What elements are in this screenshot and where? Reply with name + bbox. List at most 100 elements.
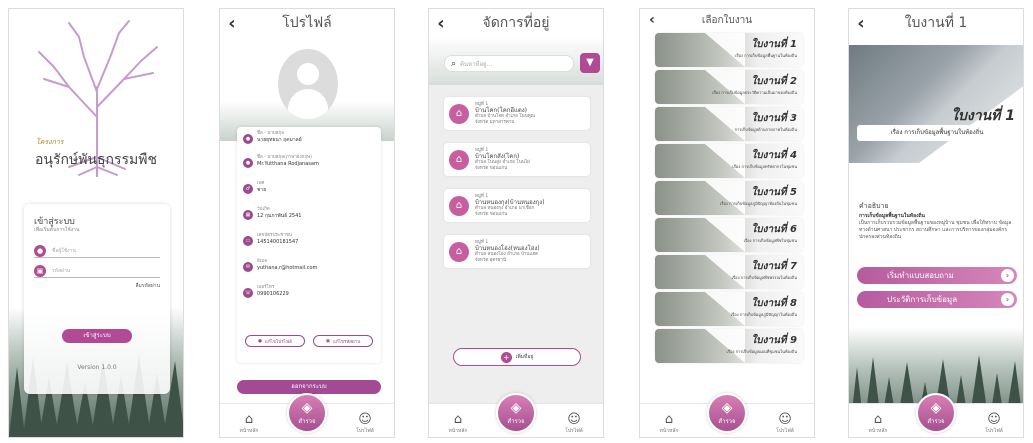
users-icon: ☺ — [567, 412, 581, 427]
address-line2: จังหวัด ขอนแก่น — [475, 211, 508, 217]
banner-subtitle: เรื่อง การเก็บข้อมูลพื้นฐานในท้องถิ่น — [857, 125, 1017, 141]
bottom-nav: ⌂ หน้าหลัก ◈ สำรวจ ☺ โปรไฟล์ — [849, 393, 1023, 437]
list-item[interactable]: ⌂ หมู่ที่ 1 บ้านหนองกุง(บ้านหนองกุง) ตำบ… — [444, 189, 590, 222]
login-button[interactable]: เข้าสู่ระบบ — [62, 329, 132, 343]
home-icon: ⌂ — [449, 195, 469, 216]
worksheet-subtitle: เรื่อง การเก็บข้อมูลภูมิปัญญาในท้องถิ่น — [730, 312, 797, 317]
nav-survey[interactable]: ◈ สำรวจ — [496, 393, 536, 433]
search-input[interactable]: ⌕ ค้นหาที่อยู่... — [444, 55, 574, 72]
login-screen: โครงการ อนุรักษ์พันธุกรรมพืช เข้าสู่ระบบ… — [8, 8, 184, 438]
profile-field-phone: ☏ เบอร์โทร 0990106229 — [243, 285, 289, 298]
worksheet-title: ใบงานที่ 1 — [751, 39, 797, 50]
back-chevron-icon[interactable]: ‹ — [640, 12, 664, 28]
worksheet-title: ใบงานที่ 3 — [751, 113, 797, 124]
plus-icon: + — [500, 351, 512, 363]
change-password-label: แก้ไขรหัสผ่าน — [332, 339, 361, 345]
address-line1: ตำบล บ้านโจด อำเภอ โนนคูณ — [475, 114, 535, 120]
nav-survey[interactable]: ◈ สำรวจ — [916, 393, 956, 433]
forgot-password-link[interactable]: ลืมรหัสผ่าน — [135, 282, 160, 290]
list-item[interactable]: ⌂ หมู่ที่ 1 บ้านโคก(โคกอีแดง) ตำบล บ้านโ… — [444, 97, 590, 130]
edit-profile-button[interactable]: ● แก้ไขโปรไฟล์ — [245, 335, 305, 347]
detail-header: ‹ ใบงานที่ 1 — [849, 9, 1023, 37]
worksheet-title: ใบงานที่ 8 — [751, 298, 797, 309]
worksheet-card-3[interactable]: ใบงานที่ 3 การเก็บข้อมูลด้านกายภาพในท้อง… — [655, 107, 803, 141]
profile-screen: ‹ โปรไฟล์ ● ชื่อ - นามสกุล นายยุทธนา ฤดมา… — [219, 8, 395, 438]
change-password-button[interactable]: ▣ แก้ไขรหัสผ่าน — [313, 335, 373, 347]
field-value: yuthana.r@hotmail.com — [257, 265, 318, 271]
back-chevron-icon[interactable]: ‹ — [849, 13, 873, 34]
worksheet-subtitle: เรื่อง การเก็บข้อมูลทรัพยากรในชุมชน — [732, 164, 797, 169]
nav-home[interactable]: ⌂ หน้าหลัก — [229, 413, 269, 435]
id-card-icon: ▭ — [243, 236, 253, 246]
worksheet-subtitle: เรื่อง การเก็บข้อมูลพืชในชุมชน — [743, 238, 797, 243]
phone-icon: ☏ — [243, 288, 253, 298]
users-icon: ☺ — [358, 412, 372, 427]
version-label: Version 1.0.0 — [77, 364, 117, 371]
worksheet-card-7[interactable]: ใบงานที่ 7 เรื่อง การเก็บข้อมูลพืชพรรณใน… — [655, 255, 803, 289]
list-item[interactable]: ⌂ หมู่ที่ 1 บ้านโคกสัง(โคก) ตำบล โนนสูง … — [444, 143, 590, 176]
address-line1: ตำบล หนองกุง อำเภอ นาเชือก — [475, 206, 535, 212]
worksheet-subtitle: เรื่อง การเก็บข้อมูลพืชพรรณในท้องถิ่น — [731, 275, 797, 280]
profile-field-name: ● ชื่อ - นามสกุล นายยุทธนา ฤดมาลย์ — [243, 131, 302, 144]
page-title: เลือกใบงาน — [701, 14, 753, 26]
add-address-button[interactable]: + เพิ่มที่อยู่ — [453, 348, 581, 366]
password-field[interactable]: ▣ รหัสผ่าน — [34, 264, 160, 278]
banner-overlay — [919, 86, 1023, 163]
worksheet-title: ใบงานที่ 7 — [751, 261, 797, 272]
field-value: 1451400181547 — [257, 239, 299, 245]
search-placeholder: ค้นหาที่อยู่... — [460, 60, 493, 68]
address-line1: ตำบล หนองโอ่ง อำเภอ บ้านแฮด — [475, 252, 539, 258]
logout-button[interactable]: ออกจากระบบ — [237, 380, 381, 394]
page-title: จัดการที่อยู่ — [482, 15, 550, 31]
nav-survey-label: สำรวจ — [927, 417, 945, 425]
nav-home-label: หน้าหลัก — [448, 428, 468, 434]
gender-icon: ♂ — [243, 184, 253, 194]
field-value: 0990106229 — [257, 291, 289, 297]
back-chevron-icon[interactable]: ‹ — [429, 13, 453, 34]
filter-button[interactable]: ▼ — [580, 53, 600, 73]
person-edit-icon: ● — [258, 338, 263, 344]
chevron-right-icon: › — [1001, 269, 1014, 282]
nav-profile[interactable]: ☺ โปรไฟล์ — [765, 413, 805, 435]
nav-profile[interactable]: ☺ โปรไฟล์ — [554, 413, 594, 435]
nav-profile-label: โปรไฟล์ — [985, 428, 1003, 434]
worksheet-card-6[interactable]: ใบงานที่ 6 เรื่อง การเก็บข้อมูลพืชในชุมช… — [655, 218, 803, 252]
nav-survey[interactable]: ◈ สำรวจ — [287, 393, 327, 433]
description-body: การเก็บข้อมูลพื้นฐานในท้องถิ่น เป็นการเก… — [859, 213, 1017, 241]
username-placeholder: ชื่อผู้ใช้งาน — [52, 247, 76, 254]
worksheet-title: ใบงานที่ 4 — [751, 150, 797, 161]
history-button[interactable]: ประวัติการเก็บข้อมูล › — [857, 291, 1017, 308]
list-item[interactable]: ⌂ หมู่ที่ 1 บ้านหนองโอ่ง(หนองโอ่ง) ตำบล … — [444, 235, 590, 268]
nav-home[interactable]: ⌂ หน้าหลัก — [858, 413, 898, 435]
address-list: ⌂ หมู่ที่ 1 บ้านโคก(โคกอีแดง) ตำบล บ้านโ… — [429, 85, 603, 425]
nav-profile[interactable]: ☺ โปรไฟล์ — [974, 413, 1014, 435]
banner-title: ใบงานที่ 1 — [951, 108, 1015, 124]
nav-home[interactable]: ⌂ หน้าหลัก — [649, 413, 689, 435]
username-field[interactable]: ● ชื่อผู้ใช้งาน — [34, 244, 160, 258]
nav-home-label: หน้าหลัก — [659, 428, 679, 434]
worksheet-card-9[interactable]: ใบงานที่ 9 เรื่อง การเก็บข้อมูลแผนที่ชุม… — [655, 329, 803, 363]
nav-profile-label: โปรไฟล์ — [356, 428, 374, 434]
worksheet-subtitle: การเก็บข้อมูลด้านกายภาพในท้องถิ่น — [734, 127, 797, 132]
nav-home-label: หน้าหลัก — [868, 428, 888, 434]
avatar[interactable] — [278, 49, 338, 119]
home-icon: ⌂ — [873, 412, 883, 427]
worksheet-card-4[interactable]: ใบงานที่ 4 เรื่อง การเก็บข้อมูลทรัพยากรใ… — [655, 144, 803, 178]
calendar-icon: ▦ — [243, 210, 253, 220]
map-icon: ◈ — [721, 399, 733, 416]
back-chevron-icon[interactable]: ‹ — [220, 13, 244, 34]
field-value: Mr.Yutthana Rodjanasam — [257, 161, 319, 167]
worksheet-card-8[interactable]: ใบงานที่ 8 เรื่อง การเก็บข้อมูลภูมิปัญญา… — [655, 292, 803, 326]
worksheet-card-5[interactable]: ใบงานที่ 5 เรื่อง การเก็บข้อมูลภูมิปัญญา… — [655, 181, 803, 215]
start-survey-label: เริ่มทำแบบสอบถาม — [887, 271, 954, 280]
password-placeholder: รหัสผ่าน — [52, 267, 71, 274]
worksheet-card-2[interactable]: ใบงานที่ 2 เรื่อง การเก็บข้อมูลประวัติคว… — [655, 70, 803, 104]
nav-survey[interactable]: ◈ สำรวจ — [707, 393, 747, 433]
start-survey-button[interactable]: เริ่มทำแบบสอบถาม › — [857, 267, 1017, 284]
worksheet-card-1[interactable]: ใบงานที่ 1 เรื่อง การเก็บข้อมูลพื้นฐานใน… — [655, 33, 803, 67]
profile-field-name-en: ● ชื่อ - นามสกุล(ภาษาอังกฤษ) Mr.Yutthana … — [243, 155, 319, 168]
person-icon: ● — [243, 158, 253, 168]
nav-profile[interactable]: ☺ โปรไฟล์ — [345, 413, 385, 435]
nav-home[interactable]: ⌂ หน้าหลัก — [438, 413, 478, 435]
worksheet-subtitle: เรื่อง การเก็บข้อมูลภูมิปัญญาท้องถิ่นในช… — [719, 201, 797, 206]
